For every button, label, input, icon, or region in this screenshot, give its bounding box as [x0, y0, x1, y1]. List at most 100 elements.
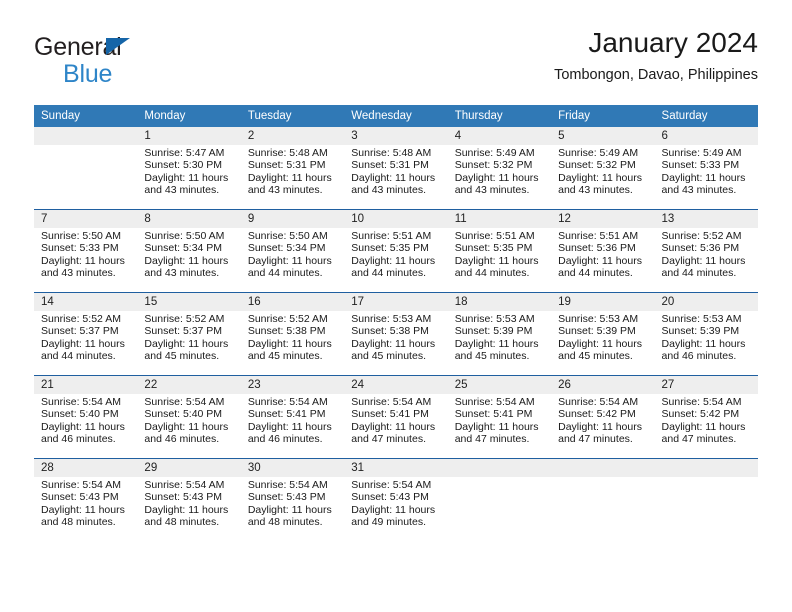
- day-cell-15[interactable]: Sunrise: 5:52 AM Sunset: 5:37 PM Daylight:…: [137, 311, 241, 375]
- day-sunset-line: Sunset: 5:36 PM: [661, 242, 740, 255]
- day-number-21[interactable]: 21: [34, 376, 138, 394]
- day-number-1[interactable]: 1: [137, 127, 241, 145]
- day-daylight-line: Daylight: 11 hours: [661, 171, 746, 184]
- day-number-22[interactable]: 22: [137, 376, 241, 394]
- day-cell-18[interactable]: Sunrise: 5:53 AM Sunset: 5:39 PM Daylight:…: [447, 311, 552, 375]
- day-sunset-line: Sunset: 5:31 PM: [247, 159, 326, 172]
- day-daylight-line: and 44 minutes.: [661, 266, 737, 279]
- day-cell-3[interactable]: Sunrise: 5:48 AM Sunset: 5:31 PM Daylight:…: [344, 145, 448, 209]
- generalblue-logo[interactable]: General Blue: [34, 35, 224, 93]
- day-number-row: 123456: [34, 127, 758, 145]
- day-cell-17[interactable]: Sunrise: 5:53 AM Sunset: 5:38 PM Daylight:…: [344, 311, 448, 375]
- day-daylight-line: Daylight: 11 hours: [661, 337, 746, 350]
- day-sunset-line: Sunset: 5:33 PM: [41, 242, 119, 255]
- day-cell-26[interactable]: Sunrise: 5:54 AM Sunset: 5:42 PM Daylight:…: [551, 394, 655, 458]
- day-number-20[interactable]: 20: [654, 293, 758, 311]
- day-sunrise-line: Sunrise: 5:54 AM: [144, 396, 225, 408]
- day-daylight-line: Daylight: 11 hours: [41, 254, 125, 267]
- day-sunset-line: Sunset: 5:39 PM: [558, 325, 636, 338]
- day-number-17[interactable]: 17: [344, 293, 448, 311]
- weekday-header-sunday: Sunday: [34, 105, 138, 127]
- day-daylight-line: Daylight: 11 hours: [351, 420, 436, 433]
- day-sunrise-line: Sunrise: 5:52 AM: [144, 313, 225, 325]
- day-cell-5[interactable]: Sunrise: 5:49 AM Sunset: 5:32 PM Daylight:…: [551, 145, 655, 209]
- day-cell-2[interactable]: Sunrise: 5:48 AM Sunset: 5:31 PM Daylight:…: [240, 145, 345, 209]
- day-number-7[interactable]: 7: [34, 210, 138, 228]
- day-number-16[interactable]: 16: [240, 293, 345, 311]
- day-cell-16[interactable]: Sunrise: 5:52 AM Sunset: 5:38 PM Daylight:…: [240, 311, 345, 375]
- day-sunrise-line: Sunrise: 5:50 AM: [247, 230, 328, 242]
- day-cell-14[interactable]: Sunrise: 5:52 AM Sunset: 5:37 PM Daylight:…: [34, 311, 138, 375]
- day-number-31[interactable]: 31: [344, 459, 448, 477]
- day-daylight-line: Daylight: 11 hours: [454, 254, 539, 267]
- day-daylight-line: Daylight: 11 hours: [247, 503, 332, 516]
- day-number-2[interactable]: 2: [240, 127, 345, 145]
- day-number-28[interactable]: 28: [34, 459, 138, 477]
- day-daylight-line: Daylight: 11 hours: [454, 337, 539, 350]
- day-number-9[interactable]: 9: [240, 210, 345, 228]
- day-sunset-line: Sunset: 5:36 PM: [558, 242, 636, 255]
- day-sunrise-line: Sunrise: 5:49 AM: [558, 147, 639, 159]
- day-sunrise-line: Sunrise: 5:49 AM: [661, 147, 742, 159]
- day-daylight-line: and 46 minutes.: [144, 432, 220, 445]
- day-cell-4[interactable]: Sunrise: 5:49 AM Sunset: 5:32 PM Daylight:…: [447, 145, 552, 209]
- day-cell-8[interactable]: Sunrise: 5:50 AM Sunset: 5:34 PM Daylight:…: [137, 228, 241, 292]
- day-number-24[interactable]: 24: [344, 376, 448, 394]
- day-cell-13[interactable]: Sunrise: 5:52 AM Sunset: 5:36 PM Daylight:…: [654, 228, 758, 292]
- day-number-15[interactable]: 15: [137, 293, 241, 311]
- day-daylight-line: and 44 minutes.: [351, 266, 426, 279]
- day-number-3[interactable]: 3: [344, 127, 448, 145]
- day-cell-31[interactable]: Sunrise: 5:54 AM Sunset: 5:43 PM Daylight:…: [344, 477, 448, 541]
- day-number-30[interactable]: 30: [240, 459, 345, 477]
- day-number-10[interactable]: 10: [344, 210, 448, 228]
- day-number-23[interactable]: 23: [240, 376, 345, 394]
- day-number-12[interactable]: 12: [551, 210, 655, 228]
- day-number-6[interactable]: 6: [654, 127, 758, 145]
- day-cell-21[interactable]: Sunrise: 5:54 AM Sunset: 5:40 PM Daylight:…: [34, 394, 138, 458]
- day-cell-30[interactable]: Sunrise: 5:54 AM Sunset: 5:43 PM Daylight:…: [240, 477, 345, 541]
- day-number-19[interactable]: 19: [551, 293, 655, 311]
- day-cell-11[interactable]: Sunrise: 5:51 AM Sunset: 5:35 PM Daylight:…: [447, 228, 552, 292]
- day-number-26[interactable]: 26: [551, 376, 655, 394]
- day-daylight-line: Daylight: 11 hours: [351, 503, 436, 516]
- day-daylight-line: and 43 minutes.: [454, 183, 530, 196]
- day-sunset-line: Sunset: 5:37 PM: [144, 325, 223, 338]
- day-daylight-line: and 43 minutes.: [558, 183, 633, 196]
- day-sunrise-line: Sunrise: 5:51 AM: [558, 230, 639, 242]
- day-number-11[interactable]: 11: [447, 210, 552, 228]
- day-cell-22[interactable]: Sunrise: 5:54 AM Sunset: 5:40 PM Daylight:…: [137, 394, 241, 458]
- day-cell-7[interactable]: Sunrise: 5:50 AM Sunset: 5:33 PM Daylight:…: [34, 228, 138, 292]
- day-daylight-line: and 44 minutes.: [41, 349, 116, 362]
- day-daylight-line: and 47 minutes.: [558, 432, 633, 445]
- day-cell-9[interactable]: Sunrise: 5:50 AM Sunset: 5:34 PM Daylight:…: [240, 228, 345, 292]
- day-daylight-line: and 48 minutes.: [41, 515, 116, 528]
- day-sunset-line: Sunset: 5:43 PM: [351, 491, 429, 504]
- day-daylight-line: Daylight: 11 hours: [144, 420, 229, 433]
- day-cell-27[interactable]: Sunrise: 5:54 AM Sunset: 5:42 PM Daylight:…: [654, 394, 758, 458]
- day-cell-6[interactable]: Sunrise: 5:49 AM Sunset: 5:33 PM Daylight:…: [654, 145, 758, 209]
- day-number-14[interactable]: 14: [34, 293, 138, 311]
- day-cell-1[interactable]: Sunrise: 5:47 AM Sunset: 5:30 PM Daylight:…: [137, 145, 241, 209]
- day-number-5[interactable]: 5: [551, 127, 655, 145]
- day-daylight-line: and 44 minutes.: [454, 266, 530, 279]
- day-cell-23[interactable]: Sunrise: 5:54 AM Sunset: 5:41 PM Daylight:…: [240, 394, 345, 458]
- day-cell-19[interactable]: Sunrise: 5:53 AM Sunset: 5:39 PM Daylight:…: [551, 311, 655, 375]
- day-number-27[interactable]: 27: [654, 376, 758, 394]
- day-cell-24[interactable]: Sunrise: 5:54 AM Sunset: 5:41 PM Daylight:…: [344, 394, 448, 458]
- day-cell-20[interactable]: Sunrise: 5:53 AM Sunset: 5:39 PM Daylight:…: [654, 311, 758, 375]
- day-number-29[interactable]: 29: [137, 459, 241, 477]
- day-cell-29[interactable]: Sunrise: 5:54 AM Sunset: 5:43 PM Daylight:…: [137, 477, 241, 541]
- day-cell-12[interactable]: Sunrise: 5:51 AM Sunset: 5:36 PM Daylight:…: [551, 228, 655, 292]
- day-sunrise-line: Sunrise: 5:53 AM: [661, 313, 742, 325]
- calendar-body: 1 2 3 4 5 6 Sunrise: 5:47 AM Sunset: 5:30 PM Day…: [34, 127, 758, 541]
- day-number-25[interactable]: 25: [447, 376, 552, 394]
- day-number-4[interactable]: 4: [447, 127, 552, 145]
- day-number-18[interactable]: 18: [447, 293, 552, 311]
- day-cell-28[interactable]: Sunrise: 5:54 AM Sunset: 5:43 PM Daylight:…: [34, 477, 138, 541]
- day-sunrise-line: Sunrise: 5:54 AM: [454, 396, 535, 408]
- day-cell-25[interactable]: Sunrise: 5:54 AM Sunset: 5:41 PM Daylight:…: [447, 394, 552, 458]
- day-cell-10[interactable]: Sunrise: 5:51 AM Sunset: 5:35 PM Daylight:…: [344, 228, 448, 292]
- day-number-13[interactable]: 13: [654, 210, 758, 228]
- day-number-8[interactable]: 8: [137, 210, 241, 228]
- day-daylight-line: and 45 minutes.: [558, 349, 633, 362]
